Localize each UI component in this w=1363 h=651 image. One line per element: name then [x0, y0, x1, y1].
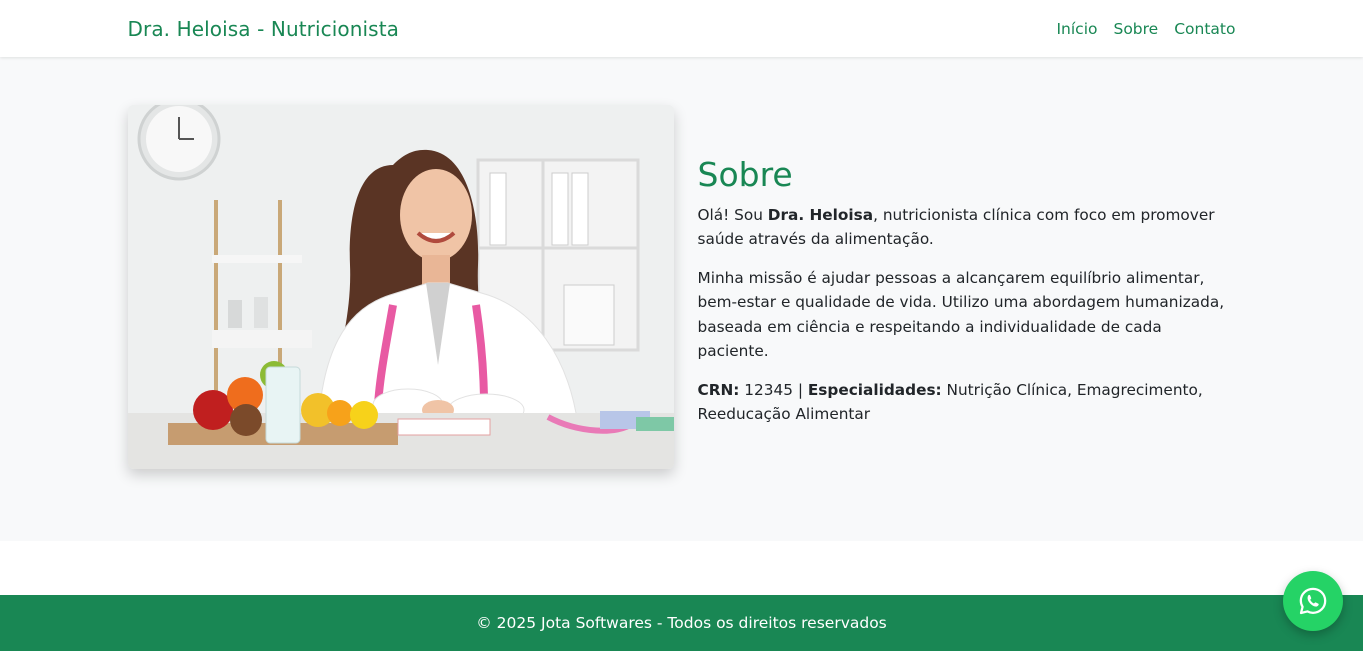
brand-link[interactable]: Dra. Heloisa - Nutricionista	[128, 17, 400, 41]
navbar-container: Dra. Heloisa - Nutricionista Início Sobr…	[128, 0, 1236, 57]
about-mission: Minha missão é ajudar pessoas a alcançar…	[697, 268, 1225, 361]
specialties-label: Especialidades:	[807, 380, 942, 399]
nutritionist-photo-illustration	[127, 105, 674, 469]
crn-value: 12345 |	[739, 380, 808, 399]
intro-name: Dra. Heloisa	[767, 205, 874, 224]
footer: © 2025 Jota Softwares - Todos os direito…	[0, 595, 1363, 651]
crn-label: CRN:	[697, 380, 740, 399]
footer-text: © 2025 Jota Softwares - Todos os direito…	[476, 614, 887, 632]
nav-links: Início Sobre Contato	[1056, 20, 1235, 38]
about-intro: Olá! Sou Dra. Heloisa, nutricionista clí…	[698, 203, 1236, 252]
intro-start: Olá! Sou	[697, 205, 768, 224]
whatsapp-button[interactable]	[1283, 571, 1343, 631]
navbar: Dra. Heloisa - Nutricionista Início Sobr…	[0, 0, 1363, 57]
nav-link-inicio[interactable]: Início	[1056, 20, 1097, 38]
about-section: Sobre Olá! Sou Dra. Heloisa, nutricionis…	[0, 57, 1363, 541]
whatsapp-icon	[1299, 587, 1327, 615]
about-text: Sobre Olá! Sou Dra. Heloisa, nutricionis…	[698, 105, 1236, 469]
nav-link-sobre[interactable]: Sobre	[1113, 20, 1158, 38]
about-title: Sobre	[697, 155, 793, 194]
about-container: Sobre Olá! Sou Dra. Heloisa, nutricionis…	[127, 57, 1236, 469]
nav-link-contato[interactable]: Contato	[1174, 20, 1235, 38]
about-credentials: CRN: 12345 | Especialidades: Nutrição Cl…	[698, 378, 1236, 427]
nutritionist-photo	[127, 105, 674, 469]
